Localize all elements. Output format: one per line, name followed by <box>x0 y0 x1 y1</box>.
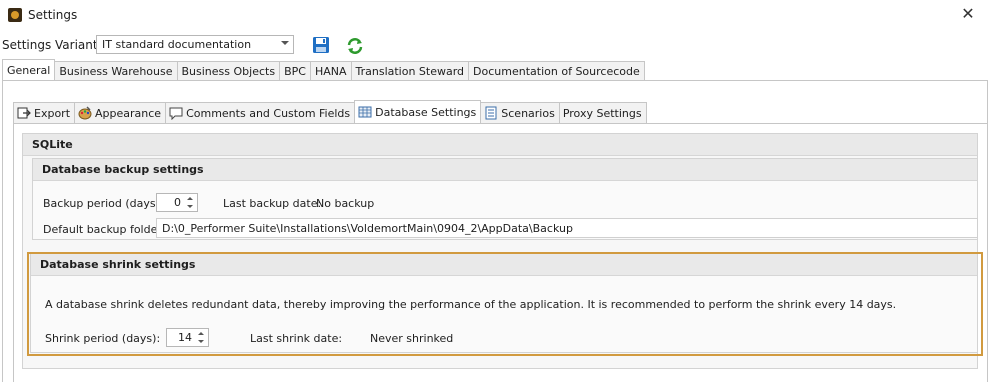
tab-documentation-of-sourcecode[interactable]: Documentation of Sourcecode <box>468 61 645 80</box>
refresh-variant-button[interactable] <box>346 37 364 55</box>
floppy-disk-icon <box>313 37 329 53</box>
backup-period-label: Backup period (days): <box>43 197 164 210</box>
sub-tab-strip: Export Appearance Comments and Custom Fi… <box>13 100 647 124</box>
shrink-settings-title: Database shrink settings <box>31 254 977 276</box>
tab-hana[interactable]: HANA <box>309 61 352 80</box>
last-shrink-label: Last shrink date: <box>250 332 343 345</box>
list-icon <box>485 106 497 120</box>
export-icon <box>17 107 31 119</box>
backup-folder-label: Default backup folder <box>43 223 162 236</box>
last-backup-label: Last backup date: <box>223 197 322 210</box>
spin-arrows-icon[interactable] <box>186 196 195 209</box>
tab-general[interactable]: General <box>2 59 56 80</box>
shrink-period-value: 14 <box>178 331 192 344</box>
shrink-period-label: Shrink period (days): <box>45 332 161 345</box>
backup-period-value: 0 <box>174 196 181 209</box>
sqlite-group-title: SQLite <box>23 134 977 156</box>
backup-settings-title: Database backup settings <box>33 159 977 181</box>
spin-arrows-icon[interactable] <box>197 331 206 344</box>
shrink-period-stepper[interactable]: 14 <box>166 328 209 347</box>
main-tab-strip: General Business Warehouse Business Obje… <box>2 59 645 81</box>
tab-export[interactable]: Export <box>13 102 76 123</box>
settings-variant-label: Settings Variant: <box>2 38 102 52</box>
tab-database-settings[interactable]: Database Settings <box>354 100 482 123</box>
app-logo-icon <box>8 8 22 22</box>
title-bar: Settings ✕ <box>0 0 990 31</box>
settings-variant-select[interactable]: IT standard documentation <box>96 35 294 54</box>
palette-icon <box>78 106 92 120</box>
tab-bpc[interactable]: BPC <box>279 61 311 80</box>
last-shrink-value: Never shrinked <box>370 332 454 345</box>
save-variant-button[interactable] <box>312 36 330 54</box>
tab-appearance[interactable]: Appearance <box>74 102 167 123</box>
window-title: Settings <box>28 8 78 22</box>
last-backup-value: No backup <box>316 197 375 210</box>
backup-folder-value: D:\0_Performer Suite\Installations\Volde… <box>162 222 573 235</box>
refresh-icon <box>347 38 363 54</box>
tab-business-warehouse[interactable]: Business Warehouse <box>54 61 178 80</box>
shrink-description: A database shrink deletes redundant data… <box>45 298 897 311</box>
tab-comments-and-custom-fields[interactable]: Comments and Custom Fields <box>165 102 356 123</box>
tab-translation-steward[interactable]: Translation Steward <box>350 61 470 80</box>
tab-business-objects[interactable]: Business Objects <box>176 61 281 80</box>
database-icon <box>358 106 372 118</box>
chevron-down-icon <box>281 41 289 45</box>
close-icon[interactable]: ✕ <box>958 4 978 24</box>
settings-variant-value: IT standard documentation <box>102 38 252 51</box>
backup-period-stepper[interactable]: 0 <box>156 193 198 212</box>
backup-folder-field[interactable]: D:\0_Performer Suite\Installations\Volde… <box>156 218 978 238</box>
tab-scenarios[interactable]: Scenarios <box>480 102 560 123</box>
tab-proxy-settings[interactable]: Proxy Settings <box>558 102 647 123</box>
comment-icon <box>169 107 183 120</box>
